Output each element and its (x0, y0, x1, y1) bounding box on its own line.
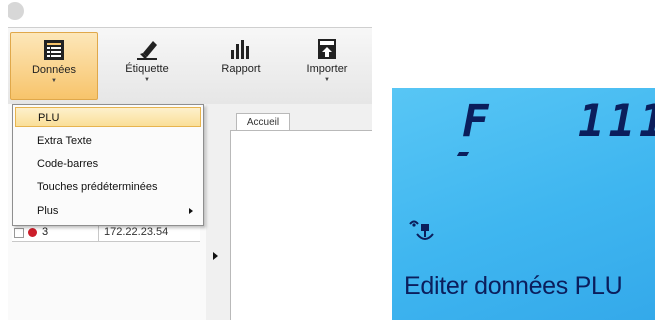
scale-lcd-display: F 111 Editer données PLU (392, 88, 655, 320)
menu-item-label: Extra Texte (37, 135, 92, 147)
chevron-down-icon: ▼ (51, 78, 57, 84)
scale-connection-icon (409, 220, 434, 240)
ribbon-button-label: Étiquette (125, 63, 169, 75)
lcd-segment-mark (456, 152, 470, 156)
bar-chart-icon (231, 40, 249, 59)
lcd-numeric-display: 111 (578, 96, 655, 147)
ribbon-button-label: Rapport (221, 63, 261, 75)
highlighter-icon (137, 41, 157, 60)
ribbon-button-donnees[interactable]: Données ▼ (10, 32, 98, 100)
column-divider (98, 225, 99, 241)
menu-item-label: Code-barres (37, 158, 99, 170)
ribbon-button-rapport[interactable]: Rapport (198, 32, 284, 98)
list-icon (44, 40, 64, 60)
pane-splitter[interactable] (206, 104, 228, 320)
chevron-down-icon: ▼ (144, 77, 150, 83)
table-cell: 3 (42, 226, 49, 238)
ribbon-button-label: Importer (306, 63, 348, 75)
menu-item-plus[interactable]: Plus (15, 201, 201, 221)
expand-arrow-icon[interactable] (213, 252, 218, 260)
menu-item-label: Plus (37, 205, 59, 217)
menu-item-code-barres[interactable]: Code-barres (15, 154, 201, 174)
table-row[interactable]: 3 172.22.23.54 (12, 224, 200, 242)
menu-item-extra-texte[interactable]: Extra Texte (15, 131, 201, 151)
chevron-down-icon: ▼ (324, 77, 330, 83)
menu-item-label: PLU (38, 112, 60, 124)
ribbon-button-importer[interactable]: Importer ▼ (284, 32, 370, 98)
import-icon (318, 39, 336, 59)
ribbon-toolbar: Données ▼ Étiquette ▼ Rapport Importer ▼ (8, 27, 372, 105)
submenu-arrow-icon (189, 208, 193, 214)
menu-item-label: Touches prédéterminées (37, 181, 158, 193)
application-window: Données ▼ Étiquette ▼ Rapport Importer ▼… (8, 0, 372, 320)
status-dot-icon (28, 228, 37, 237)
ribbon-button-label: Données (31, 64, 77, 76)
menu-item-plu[interactable]: PLU (15, 107, 201, 127)
ribbon-button-etiquette[interactable]: Étiquette ▼ (104, 32, 190, 98)
table-cell: 172.22.23.54 (104, 226, 169, 238)
lcd-message: Editer données PLU (404, 272, 623, 300)
row-checkbox[interactable] (14, 228, 24, 238)
document-pane (230, 130, 372, 320)
menu-item-touches-predeterminees[interactable]: Touches prédéterminées (15, 177, 201, 197)
lcd-mode-indicator: F (462, 96, 489, 147)
app-orb-icon[interactable] (8, 2, 24, 20)
donnees-dropdown-menu: PLU Extra Texte Code-barres Touches préd… (12, 104, 204, 226)
